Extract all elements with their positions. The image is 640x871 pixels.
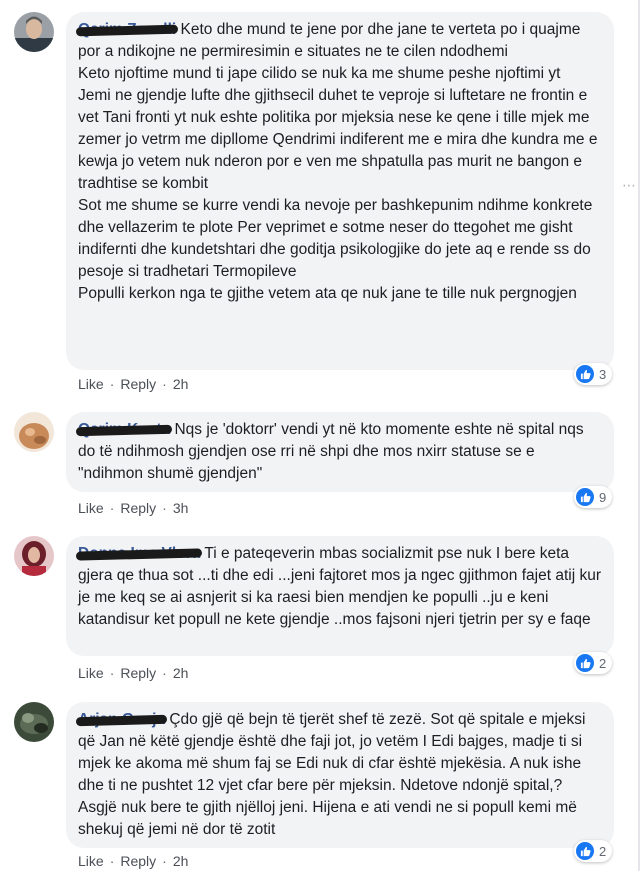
- separator-dot: ·: [162, 853, 167, 869]
- comment-author[interactable]: Donna Ime Vlora: [75, 545, 203, 562]
- thumbs-up-icon: [576, 365, 594, 383]
- comment-text: Çdo gjë që bejn të tjerët shef të zezë. …: [78, 711, 590, 838]
- like-link[interactable]: Like: [78, 665, 104, 681]
- reaction-number: 2: [599, 843, 607, 859]
- avatar-photo: [14, 702, 54, 742]
- reaction-number: 3: [599, 366, 607, 382]
- redaction-scribble: [75, 714, 168, 726]
- reaction-count[interactable]: 9: [574, 486, 613, 508]
- separator-dot: ·: [109, 853, 115, 869]
- separator-dot: ·: [109, 665, 115, 681]
- like-link[interactable]: Like: [78, 853, 104, 869]
- comment-bubble: Qerim Kosta Nqs je 'doktorr' vendi yt në…: [66, 412, 614, 492]
- reaction-count[interactable]: 3: [574, 363, 613, 385]
- separator-dot: ·: [162, 376, 167, 392]
- avatar[interactable]: [14, 536, 54, 576]
- thumbs-up-icon: [576, 654, 594, 672]
- avatar-photo: [14, 536, 54, 576]
- comment-author[interactable]: Qerim Zenelli: [75, 21, 179, 38]
- separator-dot: ·: [109, 500, 115, 516]
- timestamp[interactable]: 2h: [173, 376, 189, 392]
- timestamp[interactable]: 3h: [173, 500, 189, 516]
- like-link[interactable]: Like: [78, 500, 104, 516]
- reply-link[interactable]: Reply: [120, 376, 156, 392]
- separator-dot: ·: [162, 665, 167, 681]
- avatar[interactable]: [14, 412, 54, 452]
- thumbs-up-icon: [576, 488, 594, 506]
- avatar[interactable]: [14, 702, 54, 742]
- avatar-photo: [14, 412, 54, 452]
- comment-actions: Like · Reply · 2h: [78, 376, 188, 392]
- timestamp[interactable]: 2h: [173, 853, 189, 869]
- comment-bubble: Donna Ime Vlora Ti e pateqeverin mbas so…: [66, 536, 614, 656]
- thumbs-up-icon: [576, 842, 594, 860]
- avatar-photo: [14, 12, 54, 52]
- reaction-count[interactable]: 2: [574, 652, 613, 674]
- reaction-number: 2: [599, 655, 607, 671]
- comment-actions: Like · Reply · 2h: [78, 853, 188, 869]
- avatar[interactable]: [14, 12, 54, 52]
- comment-text: Keto dhe mund te jene por dhe jane te ve…: [78, 21, 598, 302]
- separator-dot: ·: [162, 500, 167, 516]
- comment-bubble: Qerim Zenelli Keto dhe mund te jene por …: [66, 12, 614, 370]
- reaction-count[interactable]: 2: [574, 840, 613, 862]
- comment-actions: Like · Reply · 3h: [78, 500, 188, 516]
- comment-bubble: Arjan Gosja Çdo gjë që bejn të tjerët sh…: [66, 702, 614, 848]
- more-options-icon[interactable]: ⋯: [622, 178, 636, 192]
- reply-link[interactable]: Reply: [120, 853, 156, 869]
- comment-author[interactable]: Qerim Kosta: [75, 421, 173, 438]
- reply-link[interactable]: Reply: [120, 665, 156, 681]
- timestamp[interactable]: 2h: [173, 665, 189, 681]
- comment-actions: Like · Reply · 2h: [78, 665, 188, 681]
- separator-dot: ·: [109, 376, 115, 392]
- like-link[interactable]: Like: [78, 376, 104, 392]
- reaction-number: 9: [599, 489, 607, 505]
- reply-link[interactable]: Reply: [120, 500, 156, 516]
- comment-author[interactable]: Arjan Gosja: [75, 711, 168, 728]
- redaction-scribble: [75, 424, 173, 436]
